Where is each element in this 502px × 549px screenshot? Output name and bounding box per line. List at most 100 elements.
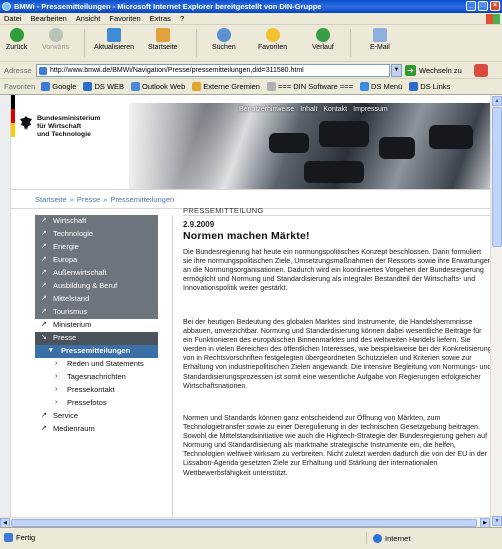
breadcrumb-separator: » [103,195,108,204]
nav-item[interactable]: ↗ Service [35,410,158,423]
menu-help[interactable]: ? [180,14,184,23]
nav-arrow-icon: ▾ [49,347,53,354]
nav-item-label: Ausbildung & Beruf [53,281,118,290]
nav-item[interactable]: ↗ Europa [35,254,158,267]
status-left: Fertig [4,533,35,542]
nav-arrow-icon: › [55,399,58,406]
fav-din-software[interactable]: === DIN Software === [266,82,353,91]
ministry-name-line: Bundesministerium [37,115,101,122]
nav-item[interactable]: › Reden und Statements [35,358,158,371]
favorites-label: Favoriten [258,44,288,51]
breadcrumb-pressemitteilungen[interactable]: Pressemitteilungen [110,195,174,204]
nav-item[interactable]: ↗ Ausbildung & Beruf [35,280,158,293]
nav-item[interactable]: ↗ Außenwirtschaft [35,267,158,280]
fav-ds-links[interactable]: DS Links [409,82,450,91]
header-photo [129,103,490,189]
forward-button[interactable]: Vorwärts [42,28,69,51]
site-container: Bundesministerium für Wirtschaft und Tec… [10,95,490,527]
go-arrow-icon: ➔ [405,65,416,76]
refresh-icon [107,28,122,42]
flag-stripe [11,95,15,137]
nav-item[interactable]: ↗ Technologie [35,228,158,241]
history-button[interactable]: Verlauf [312,28,334,51]
search-button[interactable]: Suchen [212,28,236,51]
nav-arrow-icon: ↗ [41,321,47,328]
fav-outlook-web[interactable]: Outlook Web [131,82,185,91]
link-impressum[interactable]: Impressum [353,106,388,113]
nav-item[interactable]: ↗ Ministerium [35,319,158,332]
scroll-down-button[interactable]: ▼ [492,516,502,526]
menu-ansicht[interactable]: Ansicht [76,14,101,23]
fav-externe-gremien[interactable]: Externe Gremien [192,82,260,91]
breadcrumb-startseite[interactable]: Startseite [35,195,67,204]
refresh-button[interactable]: Aktualisieren [94,28,134,51]
horizontal-scroll-thumb[interactable] [11,519,477,527]
folder-icon [192,82,202,91]
content-divider [183,215,490,216]
go-label: Wechseln zu [419,66,462,75]
nav-item[interactable]: › Pressekontakt [35,384,158,397]
link-kontakt[interactable]: Kontakt [323,106,347,113]
fav-google[interactable]: Google [41,82,76,91]
nav-arrow-icon: ↗ [41,256,47,263]
service-links: Benutzerhinweise Inhalt Kontakt Impressu… [239,106,388,113]
status-bar: Fertig Internet [0,527,502,549]
camera-shape [304,161,364,183]
home-icon [155,28,170,42]
address-input[interactable]: http://www.bmwi.de/BMWi/Navigation/Press… [36,64,390,77]
fav-label: Google [52,82,77,91]
mail-button[interactable]: E-Mail [370,28,390,51]
nav-item-label: Pressemitteilungen [61,346,131,355]
nav-arrow-icon: ↘ [41,334,47,341]
address-dropdown-button[interactable]: ▼ [391,64,402,77]
nav-item[interactable]: ↗ Mittelstand [35,293,158,306]
minimize-button[interactable]: _ [466,1,476,11]
nav-arrow-icon: ↗ [41,217,47,224]
forward-label: Vorwärts [42,44,70,51]
toolbar: Zurück Vorwärts Aktualisieren Startseite… [0,25,502,62]
nav-item[interactable]: › Tagesnachrichten [35,371,158,384]
maximize-button[interactable]: □ [478,1,488,11]
google-icon [41,82,51,91]
nav-item-label: Pressefotos [67,398,107,407]
nav-item-label: Service [53,411,79,420]
nav-arrow-icon: › [55,373,58,380]
page-viewport[interactable]: Bundesministerium für Wirtschaft und Tec… [0,95,490,527]
window-title: BMWi - Pressemitteilungen - Microsoft In… [14,2,322,11]
horizontal-scrollbar[interactable]: ◀ ▶ [0,517,490,528]
link-benutzerhinweise[interactable]: Benutzerhinweise [239,106,294,113]
toolbar-extension-icon[interactable] [474,64,488,77]
nav-item-label: Pressekontakt [67,385,115,394]
menu-extras[interactable]: Extras [150,14,171,23]
fav-ds-web[interactable]: DS WEB [83,82,124,91]
vertical-scrollbar[interactable]: ▲ ▼ [490,95,502,527]
nav-item[interactable]: › Pressefotos [35,397,158,410]
left-navigation: ↗ Wirtschaft ↗ Technologie ↗ Energie ↗ Europa ↗ A… [35,215,158,436]
nav-item[interactable]: ↗ Medienraum [35,423,158,436]
scroll-up-button[interactable]: ▲ [492,96,502,106]
refresh-label: Aktualisieren [94,44,135,51]
zone-text: Internet [385,533,411,543]
back-button[interactable]: Zurück [6,28,27,51]
nav-item[interactable]: ↘ Presse [35,332,158,345]
go-button[interactable]: ➔ Wechseln zu [405,64,462,77]
menu-favoriten[interactable]: Favoriten [109,14,140,23]
nav-item[interactable]: ↗ Tourismus [35,306,158,319]
eagle-icon [20,116,32,130]
page-done-icon [4,533,13,542]
link-inhalt[interactable]: Inhalt [300,106,317,113]
nav-item-label: Energie [53,242,79,251]
vertical-scroll-thumb[interactable] [492,107,502,247]
favorites-button[interactable]: Favoriten [258,28,287,51]
menu-bearbeiten[interactable]: Bearbeiten [31,14,67,23]
nav-item[interactable]: ▾ Pressemitteilungen [35,345,158,358]
close-button[interactable]: × [490,1,500,11]
nav-item[interactable]: ↗ Energie [35,241,158,254]
nav-item[interactable]: ↗ Wirtschaft [35,215,158,228]
home-button[interactable]: Startseite [148,28,178,51]
breadcrumb-presse[interactable]: Presse [77,195,100,204]
nav-arrow-icon: › [55,360,58,367]
menu-datei[interactable]: Datei [4,14,22,23]
fav-ds-menu[interactable]: DS Menü [360,82,402,91]
history-icon [315,28,330,42]
